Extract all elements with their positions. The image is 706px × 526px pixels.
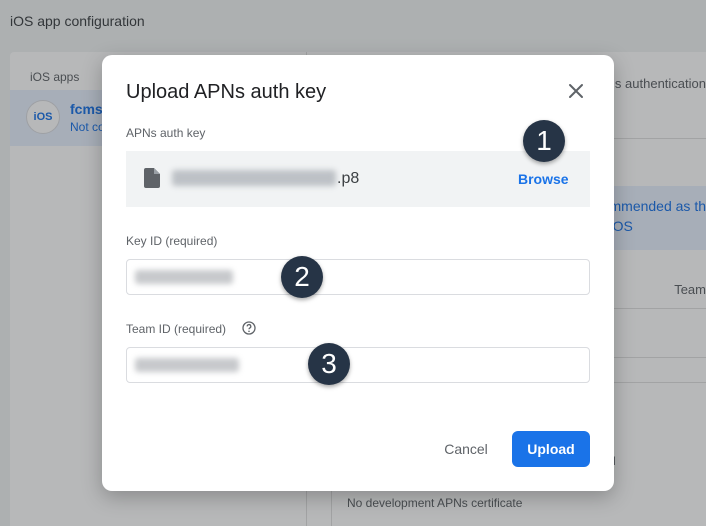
file-extension: .p8 xyxy=(337,170,360,187)
browse-button[interactable]: Browse xyxy=(518,171,569,187)
team-id-label: Team ID (required) xyxy=(126,322,227,336)
redacted-key-id xyxy=(135,270,233,284)
key-id-label: Key ID (required) xyxy=(126,234,218,248)
auth-key-label: APNs auth key xyxy=(126,126,206,140)
step-badge-2: 2 xyxy=(281,256,323,298)
step-badge-3: 3 xyxy=(308,343,350,385)
team-id-input[interactable] xyxy=(126,347,590,383)
key-id-input[interactable] xyxy=(126,259,590,295)
upload-button[interactable]: Upload xyxy=(512,431,590,467)
redacted-file-name xyxy=(172,170,336,186)
cancel-button[interactable]: Cancel xyxy=(430,431,502,467)
auth-key-file-row: .p8 Browse xyxy=(126,151,590,207)
file-icon xyxy=(144,168,160,193)
help-circle-icon[interactable] xyxy=(242,321,256,340)
step-badge-1: 1 xyxy=(523,120,565,162)
dialog-title: Upload APNs auth key xyxy=(126,81,327,103)
close-icon[interactable] xyxy=(564,79,588,103)
redacted-team-id xyxy=(135,358,239,372)
